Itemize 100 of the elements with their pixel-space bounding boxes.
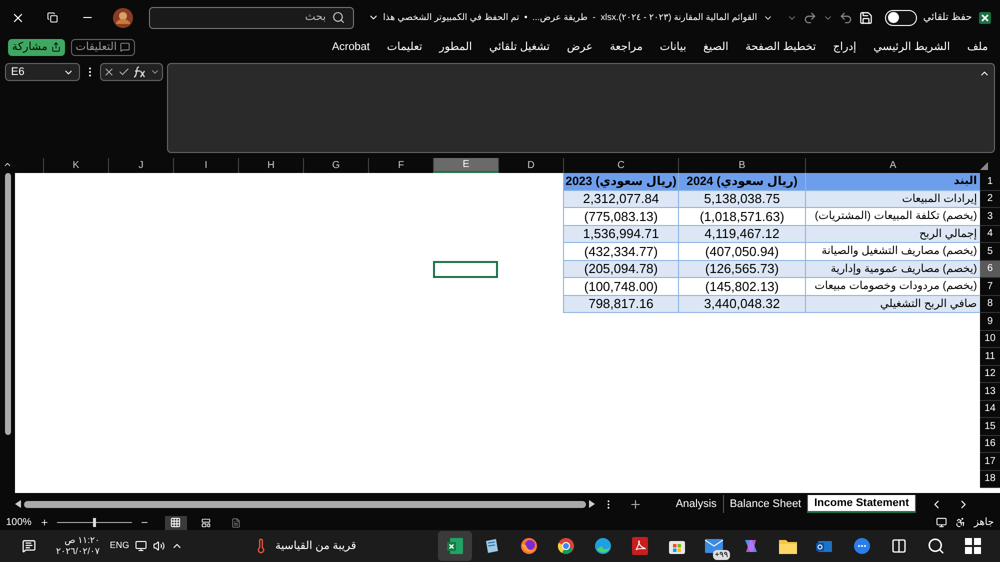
display-settings-icon[interactable] (936, 517, 947, 528)
browser-icon[interactable] (594, 537, 612, 555)
zoom-slider[interactable] (56, 518, 132, 528)
comments-button[interactable]: التعليقات (70, 38, 135, 56)
clock-date[interactable]: ٢٠٢٦/٠٢/٠٧ (56, 546, 100, 557)
browser-icon[interactable] (520, 537, 538, 555)
page-layout-view-icon (200, 518, 211, 528)
ribbon-tab[interactable]: المطور (439, 38, 472, 56)
function-icon[interactable] (133, 66, 146, 78)
volume-icon[interactable] (153, 540, 166, 552)
clock-time[interactable]: ١١:٢٠ ص (64, 535, 100, 546)
ribbon-tab[interactable]: تخطيط الصفحة (745, 38, 816, 56)
ribbon-tab[interactable]: الصيغ (703, 38, 728, 56)
row-header[interactable]: 5 (980, 243, 1000, 260)
document-title: القوائم المالية المقارنة (٢٠٢٣ - ٢٠٢٤).xlsx - طريقة عرض... • تم الحفظ في الكمبيوتر الشخصي هذا (382, 10, 758, 24)
row-header[interactable]: 9 (980, 313, 1000, 330)
accessibility-icon[interactable] (954, 517, 966, 528)
row-header[interactable]: 1 (980, 173, 1000, 190)
autosave-toggle[interactable] (885, 10, 918, 26)
table-cell: إيرادات المبيعات (805, 190, 980, 208)
sheet-tab[interactable]: Income Statement (808, 495, 916, 513)
column-heading-cell: البند (805, 173, 980, 190)
row-header[interactable]: 4 (980, 226, 1000, 243)
language-indicator[interactable]: ENG (110, 539, 130, 553)
folder-icon[interactable] (779, 538, 797, 554)
ribbon-tab[interactable]: عرض (566, 38, 593, 56)
row-header[interactable]: 12 (980, 366, 1000, 383)
table-cell: 5,138,038.75 (678, 190, 805, 208)
share-button[interactable]: مشاركة (8, 38, 65, 56)
scroll-up-icon[interactable] (3, 160, 12, 169)
enter-icon[interactable] (118, 66, 130, 78)
column-heading-cell: (ريال سعودي) 2023 (563, 173, 678, 190)
search-input[interactable]: بحث (158, 9, 326, 26)
page-break-view-icon (230, 518, 241, 528)
table-cell: 3,440,048.32 (678, 296, 805, 313)
ribbon-tab[interactable]: الشريط الرئيسي (873, 38, 950, 56)
sheet-tab[interactable]: Analysis (670, 495, 724, 513)
formula-input[interactable] (167, 63, 995, 153)
row-header[interactable]: 13 (980, 383, 1000, 400)
row-header[interactable]: 8 (980, 296, 1000, 313)
task-view-icon[interactable] (891, 538, 907, 554)
select-all-icon[interactable] (980, 162, 988, 170)
notes-app-icon[interactable] (483, 537, 501, 555)
windows-start-icon[interactable] (965, 538, 981, 554)
formula-buttons[interactable] (100, 63, 163, 81)
cancel-icon[interactable] (103, 66, 115, 78)
redo-icon[interactable] (803, 10, 818, 24)
restore-icon[interactable] (47, 12, 58, 23)
ribbon-tab[interactable]: تشغيل تلقائي (489, 38, 550, 56)
browser-icon[interactable] (557, 537, 575, 555)
table-cell: (100,748.00) (563, 278, 678, 296)
row-header[interactable]: 14 (980, 400, 1000, 418)
row-header[interactable]: 17 (980, 453, 1000, 470)
row-header[interactable]: 16 (980, 436, 1000, 453)
spreadsheet-app-icon[interactable] (446, 537, 464, 555)
weather-text[interactable]: قريبة من القياسية (275, 538, 356, 554)
add-sheet-icon[interactable] (628, 498, 642, 510)
name-box[interactable]: E6 (5, 63, 80, 81)
column-heading-cell: (ريال سعودي) 2024 (678, 173, 805, 190)
ribbon-tab[interactable]: ملف (967, 38, 988, 56)
comment-icon (120, 42, 130, 52)
zoom-in-icon[interactable] (40, 518, 49, 527)
row-header[interactable]: 18 (980, 470, 1000, 488)
zoom-level[interactable]: 100% (6, 515, 32, 530)
chat-bubble-icon[interactable] (853, 537, 871, 555)
row-header[interactable]: 7 (980, 278, 1000, 296)
row-header[interactable]: 6 (980, 260, 1000, 278)
table-cell: (432,334.77) (563, 243, 678, 260)
table-cell: 4,119,467.12 (678, 226, 805, 243)
row-header[interactable]: 3 (980, 208, 1000, 226)
horizontal-scrollbar[interactable] (15, 498, 595, 510)
row-header[interactable]: 10 (980, 330, 1000, 348)
pdf-app-icon[interactable] (632, 537, 648, 555)
status-text: جاهز (974, 516, 994, 530)
ribbon-tab[interactable]: مراجعة (610, 38, 643, 56)
mail-icon[interactable] (705, 539, 723, 553)
ribbon-tab[interactable]: بيانات (660, 38, 686, 56)
undo-icon[interactable] (839, 10, 854, 24)
scroll-left-icon[interactable] (15, 500, 21, 508)
row-header[interactable]: 2 (980, 190, 1000, 208)
column-header[interactable]: E (433, 158, 498, 173)
avatar-icon[interactable] (113, 8, 133, 28)
sheet-tab[interactable]: Balance Sheet (724, 495, 808, 513)
notification-badge: ٩٩+ (712, 550, 730, 560)
save-icon[interactable] (859, 10, 874, 24)
row-header[interactable]: 11 (980, 348, 1000, 366)
table-cell: صافي الربح التشغيلي (805, 296, 980, 313)
view-button[interactable] (164, 516, 187, 530)
search-icon (332, 11, 345, 24)
search-field[interactable]: بحث (148, 6, 354, 28)
table-cell: 798,817.16 (563, 296, 678, 313)
search-icon[interactable] (927, 537, 945, 555)
ribbon-tab[interactable]: Acrobat (332, 38, 370, 56)
scroll-right-icon[interactable] (589, 500, 595, 508)
active-cell[interactable] (433, 260, 498, 278)
notifications-icon[interactable] (22, 539, 36, 553)
row-header[interactable]: 15 (980, 418, 1000, 436)
ribbon-tab[interactable]: إدراج (832, 38, 856, 56)
active-app-button[interactable] (438, 531, 472, 561)
ribbon-tab[interactable]: تعليمات (386, 38, 422, 56)
